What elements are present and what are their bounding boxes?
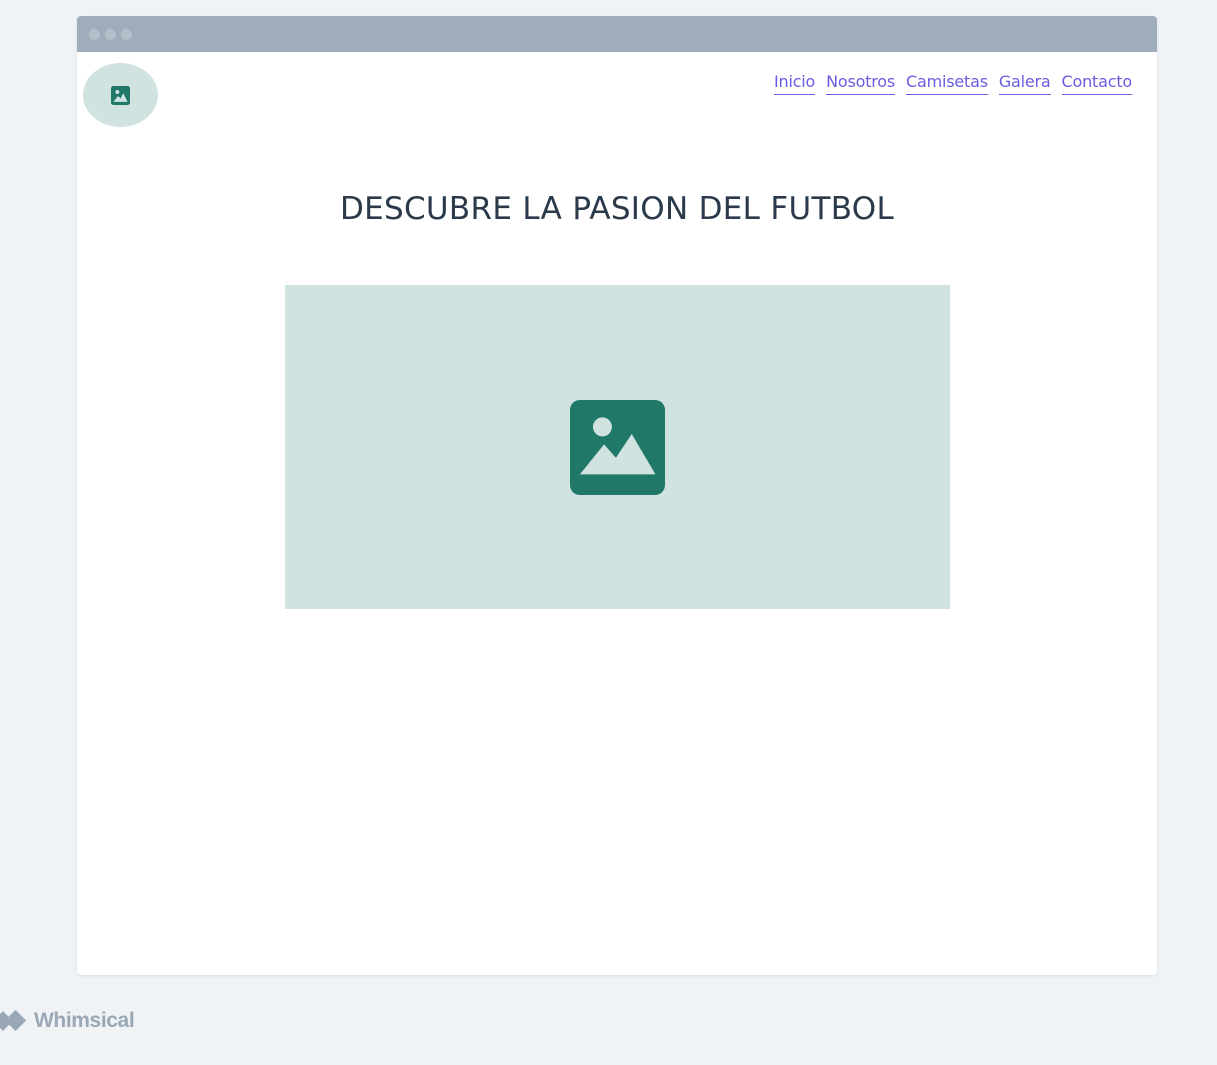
whimsical-branding[interactable]: Whimsical	[0, 1005, 135, 1037]
brand-name: Whimsical	[34, 1009, 135, 1032]
nav-link-galera[interactable]: Galera	[998, 71, 1051, 95]
whimsical-logo-icon	[0, 1009, 27, 1032]
window-dot	[89, 29, 100, 40]
image-icon	[111, 86, 130, 105]
image-icon	[570, 400, 665, 495]
main-navigation: Inicio Nosotros Camisetas Galera Contact…	[773, 71, 1132, 95]
site-logo-placeholder[interactable]	[83, 63, 158, 127]
page-title: DESCUBRE LA PASION DEL FUTBOL	[339, 191, 895, 227]
nav-link-nosotros[interactable]: Nosotros	[826, 71, 895, 95]
window-titlebar	[77, 16, 1157, 52]
nav-link-inicio[interactable]: Inicio	[773, 71, 815, 95]
browser-window: Inicio Nosotros Camisetas Galera Contact…	[77, 16, 1157, 975]
nav-link-camisetas[interactable]: Camisetas	[906, 71, 988, 95]
window-dot	[121, 29, 132, 40]
window-dot	[105, 29, 116, 40]
nav-link-contacto[interactable]: Contacto	[1061, 71, 1132, 95]
hero-image-placeholder	[285, 285, 950, 609]
